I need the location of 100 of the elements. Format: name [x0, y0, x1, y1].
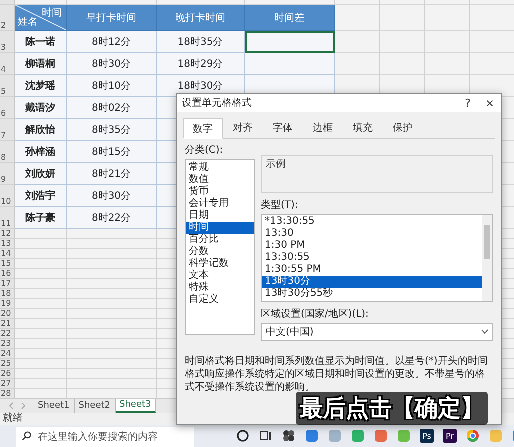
description-text: 时间格式将日期和时间系列数值显示为时间值。以星号(*)开头的时间格式响应操作系统特定的区域日期和时间设置的更改。不带星号的格式不受操作系统设置的影响。 [185, 355, 489, 394]
locale-dropdown[interactable]: 中文(中国) [261, 323, 493, 341]
category-item[interactable]: 分数 [186, 246, 254, 258]
category-item[interactable]: 自定义 [186, 294, 254, 306]
row-number: 25 [0, 359, 15, 369]
dialog-tab[interactable]: 填充 [343, 118, 383, 138]
row-number: 18 [0, 289, 15, 299]
dialog-tab[interactable]: 边框 [303, 118, 343, 138]
dialog-tab[interactable]: 数字 [183, 118, 223, 139]
type-item[interactable]: 13:30:55 [262, 252, 482, 264]
scrollbar[interactable] [482, 215, 492, 301]
chevron-down-icon [480, 327, 490, 337]
row-number: 3 [0, 31, 15, 53]
row-number: 12 [0, 229, 15, 239]
column-label: 时间 [42, 6, 62, 20]
type-label: 类型(T): [261, 198, 300, 212]
dialog-title: 设置单元格格式 [182, 96, 253, 110]
table-cell: 18时29分 [157, 53, 245, 75]
table-cell: 刘浩宇 [15, 185, 67, 207]
row-number: 7 [0, 119, 15, 141]
table-cell: 沈梦瑶 [15, 75, 67, 97]
type-item[interactable]: *13:30:55 [262, 216, 482, 228]
row-number: 11 [0, 207, 15, 229]
row-number: 16 [0, 269, 15, 279]
category-item[interactable]: 数值 [186, 174, 254, 186]
type-item[interactable]: 1:30:55 PM [262, 264, 482, 276]
row-number: 2 [0, 5, 15, 31]
row-number: 17 [0, 279, 15, 289]
table-cell: 戴语汐 [15, 97, 67, 119]
row-number: 5 [0, 75, 15, 97]
dialog-tab[interactable]: 对齐 [223, 118, 263, 138]
search-field[interactable]: 在这里输入你要搜索的内容 [16, 426, 194, 447]
fan-icon[interactable] [282, 429, 296, 443]
category-item[interactable]: 科学记数 [186, 258, 254, 270]
row-number: 27 [0, 379, 15, 389]
type-item[interactable]: 13时30分55秒 [262, 288, 482, 300]
header-cell: 晚打卡时间 [157, 5, 245, 31]
type-item[interactable]: 13:30 [262, 228, 482, 240]
type-list[interactable]: *13:30:55 13:30 1:30 PM 13:30:55 1:30:55 PM 13时30分 13时30分55秒 [261, 214, 493, 302]
table-cell: 柳语桐 [15, 53, 67, 75]
type-item[interactable]: 1:30 PM [262, 240, 482, 252]
browser-icon[interactable] [466, 429, 480, 443]
category-item[interactable]: 特殊 [186, 282, 254, 294]
table-cell: 解欣怡 [15, 119, 67, 141]
row-number: 6 [0, 97, 15, 119]
app-icon[interactable] [397, 429, 411, 443]
app-icon[interactable] [328, 429, 342, 443]
task-view-icon[interactable] [259, 429, 273, 443]
table-cell: 8时35分 [67, 119, 157, 141]
table-cell: 8时10分 [67, 75, 157, 97]
close-button[interactable]: × [479, 94, 501, 112]
row-number: 15 [0, 259, 15, 269]
app-icon[interactable]: Pr [443, 429, 457, 443]
category-item[interactable]: 会计专用 [186, 198, 254, 210]
circle-icon[interactable] [236, 429, 250, 443]
category-item[interactable]: 时间 [186, 222, 254, 234]
table-cell: 陈一诺 [15, 31, 67, 53]
search-icon [22, 431, 32, 441]
help-button[interactable]: ? [457, 94, 479, 112]
row-number: 21 [0, 319, 15, 329]
table-cell: 刘欣妍 [15, 163, 67, 185]
app-icon[interactable] [351, 429, 365, 443]
category-item[interactable]: 百分比 [186, 234, 254, 246]
table-cell: 8时30分 [67, 53, 157, 75]
dialog-tab[interactable]: 保护 [383, 118, 423, 138]
row-number: 24 [0, 349, 15, 359]
table-cell: 8时22分 [67, 207, 157, 229]
app-icon[interactable] [374, 429, 388, 443]
sample-label: 示例 [266, 159, 286, 170]
row-number: 28 [0, 389, 15, 398]
row-header[interactable] [0, 0, 15, 5]
table-cell: 8时21分 [67, 163, 157, 185]
row-number: 22 [0, 329, 15, 339]
table-cell: 8时02分 [67, 97, 157, 119]
row-number: 4 [0, 53, 15, 75]
table-cell: 8时12分 [67, 31, 157, 53]
row-number: 8 [0, 141, 15, 163]
sheet-tab[interactable]: Sheet3 [116, 399, 156, 413]
row-number: 10 [0, 185, 15, 207]
table-cell: 18时35分 [157, 31, 245, 53]
app-icon[interactable] [489, 429, 503, 443]
header-cell: 早打卡时间 [67, 5, 157, 31]
row-number: 23 [0, 339, 15, 349]
category-item[interactable]: 常规 [186, 162, 254, 174]
category-label: 分类(C): [185, 144, 224, 157]
category-item[interactable]: 货币 [186, 186, 254, 198]
row-number: 14 [0, 249, 15, 259]
category-item[interactable]: 文本 [186, 270, 254, 282]
category-list[interactable]: 常规 数值 货币 会计专用 日期 时间 百分比 分数 科学记数 文本 特殊 自定义 [185, 159, 255, 335]
header-cell: 时间差 [245, 5, 335, 31]
row-number: 9 [0, 163, 15, 185]
type-item[interactable]: 13时30分 [262, 276, 482, 288]
dialog-tab[interactable]: 字体 [263, 118, 303, 138]
row-number: 19 [0, 299, 15, 309]
row-number: 13 [0, 239, 15, 249]
table-cell: 陈子豪 [15, 207, 67, 229]
app-icon[interactable]: Ps [420, 429, 434, 443]
sheet-nav-arrows-icon[interactable] [8, 402, 28, 410]
category-item[interactable]: 日期 [186, 210, 254, 222]
app-icon[interactable] [305, 429, 319, 443]
